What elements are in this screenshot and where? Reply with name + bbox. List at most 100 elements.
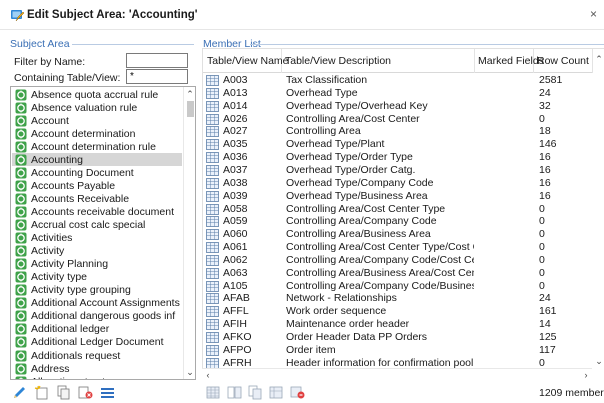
subject-area-item[interactable]: Account determination [12,127,182,140]
col-row-count-header[interactable]: Row Count [534,49,593,73]
subject-area-item[interactable]: Activities [12,232,182,245]
table-row[interactable]: A014 Overhead Type/Overhead Key 32 [203,100,593,113]
subject-list-scrollbar[interactable]: ⌃ ⌄ [183,87,195,379]
subject-area-item[interactable]: Additional Ledger Document [12,336,182,349]
add-table-icon[interactable] [206,385,221,400]
subject-area-edit-icon [11,10,24,22]
col-marked-fields-header[interactable]: Marked Fields [475,49,544,73]
subject-area-item[interactable]: Accounting Document [12,166,182,179]
table-row[interactable]: A061 Controlling Area/Cost Center Type/Co… [203,241,593,254]
member-list-grid[interactable]: Table/View Name Table/View Description Mar… [202,48,604,380]
subject-area-list[interactable]: ⌃ ⌄ Absence quota accrual rule Absence va… [10,86,196,380]
subject-area-item[interactable]: Additional ledger [12,323,182,336]
delete-table-icon[interactable] [290,385,305,400]
new-subject-area-icon[interactable] [34,385,49,400]
table-row[interactable]: AFFL Work order sequence 161 [203,305,593,318]
subject-area-item[interactable]: Activity type [12,271,182,284]
member-grid-hscrollbar[interactable]: ‹ › [202,368,592,380]
filter-by-name-input[interactable] [126,53,188,68]
table-icon [206,306,219,318]
table-properties-icon[interactable] [269,385,284,400]
window-title: Edit Subject Area: 'Accounting' [27,9,198,21]
scroll-thumb[interactable] [187,101,194,117]
grid-scroll-left-arrow[interactable]: ‹ [202,369,214,381]
subject-area-icon [15,323,27,335]
menu-icon[interactable] [100,385,115,400]
subject-area-icon [15,258,27,270]
col-table-view-description-cell: Overhead Type/Company Code [286,176,434,189]
subject-area-item-label: Address [31,362,70,375]
scroll-up-arrow[interactable]: ⌃ [184,88,195,100]
table-row[interactable]: A105 Controlling Area/Company Code/Busine… [203,280,593,293]
copy-subject-area-icon[interactable] [56,385,71,400]
subject-area-item[interactable]: Accounts receivable document [12,205,182,218]
col-marked-fields-cell [478,203,534,216]
subject-area-item[interactable]: Activity type grouping [12,284,182,297]
table-row[interactable]: A059 Controlling Area/Company Code 0 [203,215,593,228]
delete-subject-area-icon[interactable] [78,385,93,400]
subject-area-toolbar [12,383,115,401]
subject-area-item[interactable]: Additionals request [12,349,182,362]
table-row[interactable]: AFIH Maintenance order header 14 [203,318,593,331]
pencil-icon[interactable] [12,385,27,400]
copy-table-icon[interactable] [248,385,263,400]
member-grid-scrollbar[interactable]: ⌃ ⌄ [593,49,604,367]
col-table-view-name-cell: A027 [223,125,248,138]
col-table-view-name-header[interactable]: Table/View Name [203,49,289,73]
table-row[interactable]: A058 Controlling Area/Cost Center Type 0 [203,203,593,216]
col-row-count-cell: 0 [539,241,545,254]
table-icon [206,190,219,202]
subject-area-icon [15,363,27,375]
grid-scroll-up-arrow[interactable]: ⌃ [593,53,604,65]
subject-area-item[interactable]: Additional dangerous goods inf [12,310,182,323]
subject-area-item[interactable]: Absence valuation rule [12,101,182,114]
grid-scroll-right-arrow[interactable]: › [580,369,592,381]
col-table-view-description-header[interactable]: Table/View Description [282,49,475,73]
subject-area-item[interactable]: Activity [12,245,182,258]
table-row[interactable]: AFAB Network - Relationships 24 [203,292,593,305]
subject-area-item[interactable]: Address [12,362,182,375]
col-row-count-cell: 32 [539,99,551,112]
table-row[interactable]: A063 Controlling Area/Business Area/Cost … [203,267,593,280]
subject-area-item[interactable]: Allocation structure [12,375,182,379]
subject-area-item[interactable]: Absence quota accrual rule [12,88,182,101]
table-row[interactable]: A013 Overhead Type 24 [203,87,593,100]
subject-area-icon [15,115,27,127]
subject-area-item[interactable]: Accrual cost calc special [12,219,182,232]
col-row-count-cell: 24 [539,292,551,305]
scroll-down-arrow[interactable]: ⌄ [184,366,195,378]
subject-area-item[interactable]: Activity Planning [12,258,182,271]
table-row[interactable]: A038 Overhead Type/Company Code 16 [203,177,593,190]
table-row[interactable]: A062 Controlling Area/Company Code/Cost C… [203,254,593,267]
table-row[interactable]: A037 Overhead Type/Order Catg. 16 [203,164,593,177]
subject-area-item[interactable]: Additional Account Assignments [12,297,182,310]
subject-area-item[interactable]: Account [12,114,182,127]
table-row[interactable]: A060 Controlling Area/Business Area 0 [203,228,593,241]
table-row[interactable]: AFKO Order Header Data PP Orders 125 [203,331,593,344]
remove-table-icon[interactable] [227,385,242,400]
grid-scroll-down-arrow[interactable]: ⌄ [593,355,604,367]
col-row-count-cell: 24 [539,86,551,99]
subject-area-item-label: Additionals request [31,349,121,362]
title-bar: Edit Subject Area: 'Accounting' × [0,0,604,30]
table-row[interactable]: A036 Overhead Type/Order Type 16 [203,151,593,164]
col-table-view-name-cell: A060 [223,228,248,241]
table-row[interactable]: A027 Controlling Area 18 [203,125,593,138]
col-table-view-name-cell: A026 [223,112,248,125]
subject-area-item-label: Additional Ledger Document [31,336,164,349]
close-button[interactable]: × [590,7,602,21]
col-marked-fields-cell [478,113,534,126]
table-row[interactable]: A003 Tax Classification 2581 [203,74,593,87]
table-row[interactable]: A026 Controlling Area/Cost Center 0 [203,113,593,126]
col-table-view-description-cell: Overhead Type/Order Catg. [286,163,416,176]
table-row[interactable]: A035 Overhead Type/Plant 146 [203,138,593,151]
subject-area-item[interactable]: Accounts Payable [12,179,182,192]
col-table-view-description-cell: Controlling Area/Company Code/Business A… [286,279,474,292]
col-marked-fields-cell [478,331,534,344]
subject-area-item[interactable]: Account determination rule [12,140,182,153]
containing-table-input[interactable] [126,69,188,84]
table-row[interactable]: AFPO Order item 117 [203,344,593,357]
table-row[interactable]: A039 Overhead Type/Business Area 16 [203,190,593,203]
subject-area-item[interactable]: Accounting [12,153,182,167]
subject-area-item[interactable]: Accounts Receivable [12,192,182,205]
